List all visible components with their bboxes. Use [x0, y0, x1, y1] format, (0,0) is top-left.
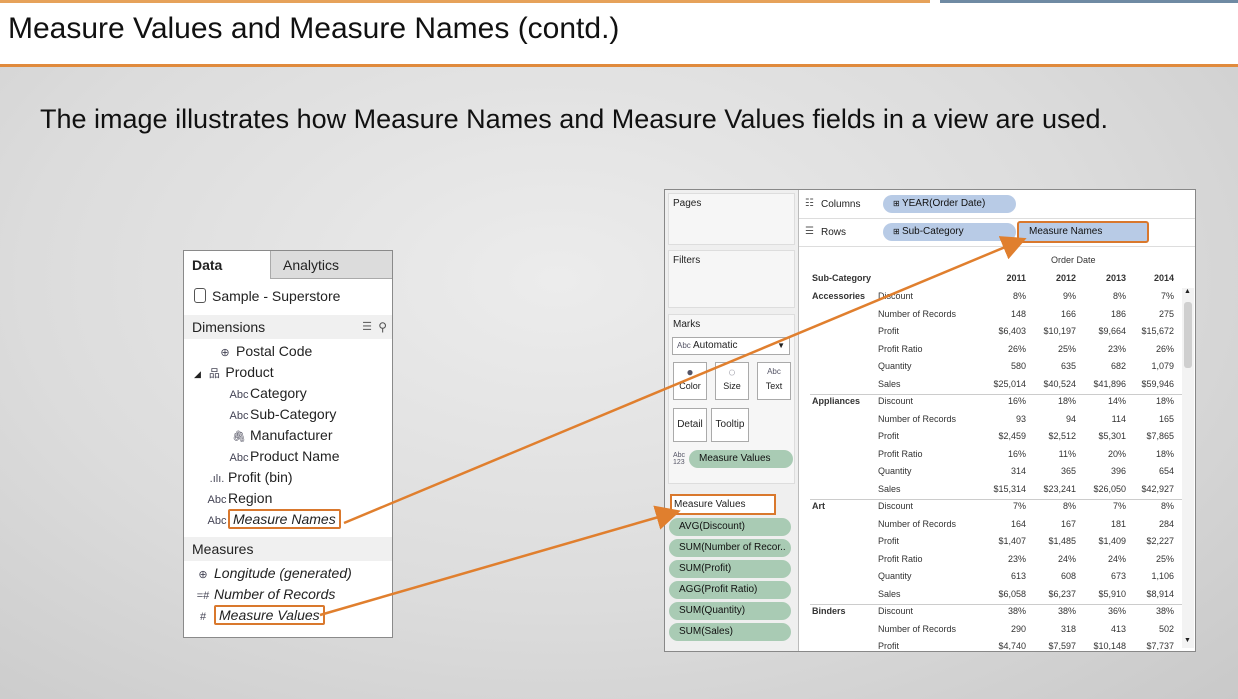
annotation-arrows: [319, 236, 1027, 617]
arrow-measure-values: [319, 505, 681, 617]
arrow-measure-names: [343, 236, 1027, 525]
